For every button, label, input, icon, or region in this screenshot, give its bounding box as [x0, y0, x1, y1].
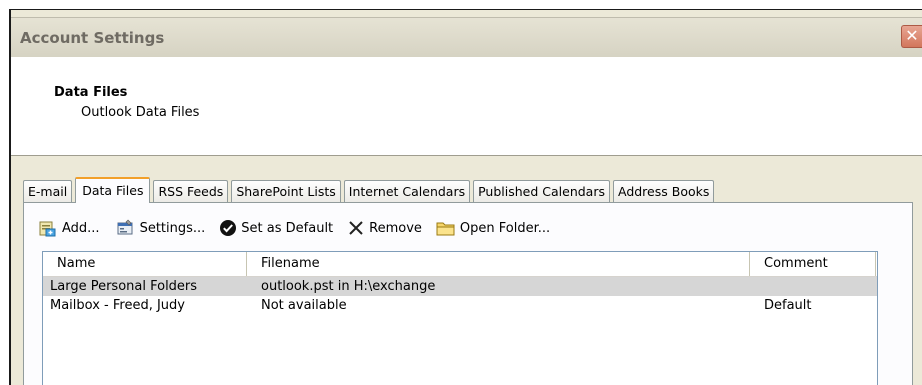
cell-filename: Not available [261, 298, 347, 313]
list-row[interactable]: Large Personal Folders outlook.pst in H:… [43, 277, 877, 296]
open-folder-label: Open Folder... [459, 220, 551, 236]
dialog-header: Data Files Outlook Data Files [11, 57, 922, 156]
tab-strip: E-mail Data Files RSS Feeds SharePoint L… [23, 176, 717, 203]
close-icon: ✕ [905, 26, 919, 45]
column-header-name[interactable]: Name [43, 252, 247, 276]
remove-button[interactable]: Remove [347, 219, 422, 237]
toolbar: Add... Settings... Set as Default Remove… [38, 215, 564, 241]
list-row[interactable]: Mailbox - Freed, Judy Not available Defa… [43, 296, 877, 315]
cell-name: Mailbox - Freed, Judy [50, 298, 185, 313]
tab-published-calendars[interactable]: Published Calendars [473, 180, 610, 202]
cell-comment: Default [764, 298, 812, 313]
column-header-comment[interactable]: Comment [750, 252, 876, 276]
checkmark-circle-icon [220, 220, 237, 236]
data-files-list[interactable]: Name Filename Comment Large Personal Fol… [42, 251, 878, 385]
account-settings-dialog: Account Settings ✕ Data Files Outlook Da… [9, 9, 922, 385]
list-header: Name Filename Comment [43, 252, 877, 277]
header-title: Data Files [54, 85, 128, 100]
tab-sharepoint-lists[interactable]: SharePoint Lists [231, 180, 341, 202]
close-button[interactable]: ✕ [901, 25, 922, 48]
tab-internet-calendars[interactable]: Internet Calendars [343, 180, 471, 202]
tab-rss-feeds[interactable]: RSS Feeds [153, 180, 229, 202]
settings-button[interactable]: Settings... [114, 219, 206, 237]
cell-name: Large Personal Folders [50, 279, 198, 294]
settings-icon [117, 219, 133, 235]
cell-comment [750, 277, 876, 296]
window-title: Account Settings [20, 29, 165, 47]
dialog-content: E-mail Data Files RSS Feeds SharePoint L… [11, 156, 922, 385]
add-file-icon [39, 221, 56, 237]
header-subtitle: Outlook Data Files [81, 105, 200, 120]
open-folder-button[interactable]: Open Folder... [436, 219, 550, 237]
tab-address-books[interactable]: Address Books [612, 180, 715, 202]
folder-icon [436, 222, 455, 236]
remove-x-icon [349, 221, 363, 235]
remove-label: Remove [369, 220, 422, 236]
title-bar[interactable]: Account Settings ✕ [11, 17, 922, 58]
tab-data-files[interactable]: Data Files [75, 177, 151, 203]
column-header-filename[interactable]: Filename [247, 252, 750, 276]
add-label: Add... [62, 220, 100, 236]
add-button[interactable]: Add... [38, 219, 100, 237]
data-files-panel: Add... Settings... Set as Default Remove… [23, 202, 913, 385]
settings-label: Settings... [139, 220, 206, 236]
set-as-default-label: Set as Default [241, 220, 334, 236]
tab-email[interactable]: E-mail [23, 180, 73, 202]
set-as-default-button[interactable]: Set as Default [219, 219, 333, 237]
cell-filename: outlook.pst in H:\exchange [261, 279, 436, 294]
